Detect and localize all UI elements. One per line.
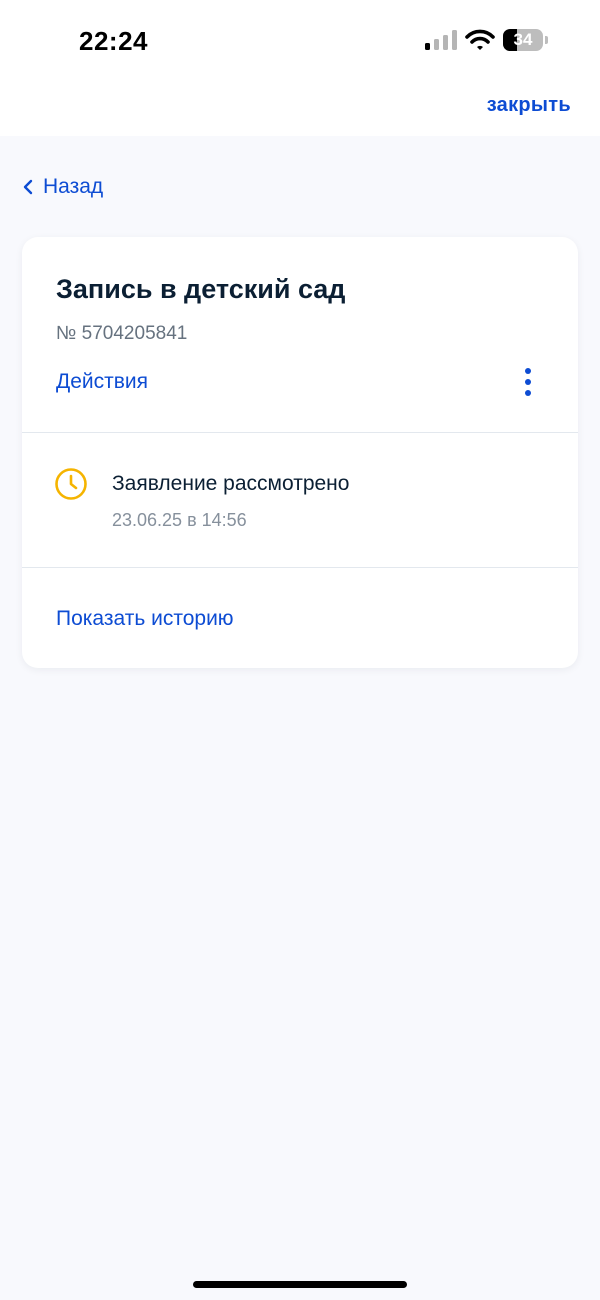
status-time: 22:24 [79,26,148,56]
divider [22,567,578,568]
cellular-signal-icon [425,30,457,50]
battery-tip [545,36,548,44]
status-bar: 22:24 34 [0,0,600,80]
top-bar: закрыть [0,80,600,136]
application-card: Запись в детский сад № 5704205841 Действ… [22,237,578,668]
status-date: 23.06.25 в 14:56 [112,510,247,530]
close-link[interactable]: закрыть [487,94,571,117]
more-vertical-icon[interactable] [518,367,538,397]
clock-icon [55,468,87,500]
home-indicator[interactable] [193,1281,407,1288]
divider [22,432,578,433]
show-history-link[interactable]: Показать историю [56,607,234,631]
actions-link[interactable]: Действия [56,370,148,394]
wifi-icon [465,29,495,50]
battery-level: 34 [513,30,533,49]
application-title: Запись в детский сад [56,274,346,304]
chevron-left-icon [23,179,33,195]
application-number: № 5704205841 [56,323,188,344]
battery-icon: 34 [503,29,549,51]
back-label: Назад [43,175,104,198]
status-text: Заявление рассмотрено [112,472,350,495]
battery-body: 34 [503,29,543,51]
back-button[interactable]: Назад [22,172,103,202]
